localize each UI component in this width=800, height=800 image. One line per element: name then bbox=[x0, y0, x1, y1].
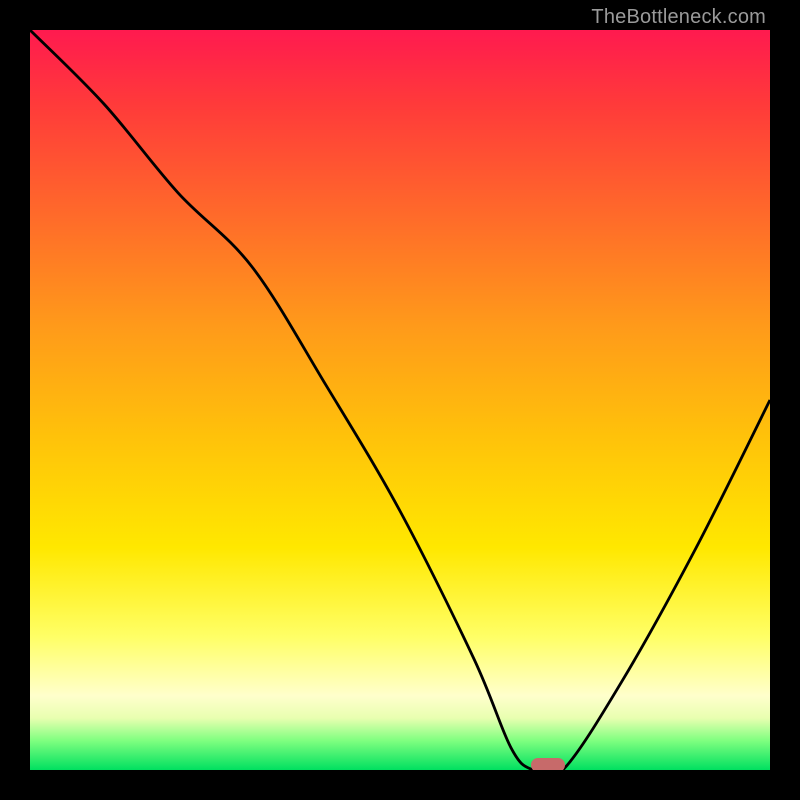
plot-area bbox=[30, 30, 770, 770]
watermark-text: TheBottleneck.com bbox=[591, 6, 766, 29]
bottleneck-curve bbox=[30, 30, 770, 770]
curve-path bbox=[30, 30, 770, 770]
chart-frame: TheBottleneck.com bbox=[0, 0, 800, 800]
optimal-marker bbox=[531, 758, 565, 770]
